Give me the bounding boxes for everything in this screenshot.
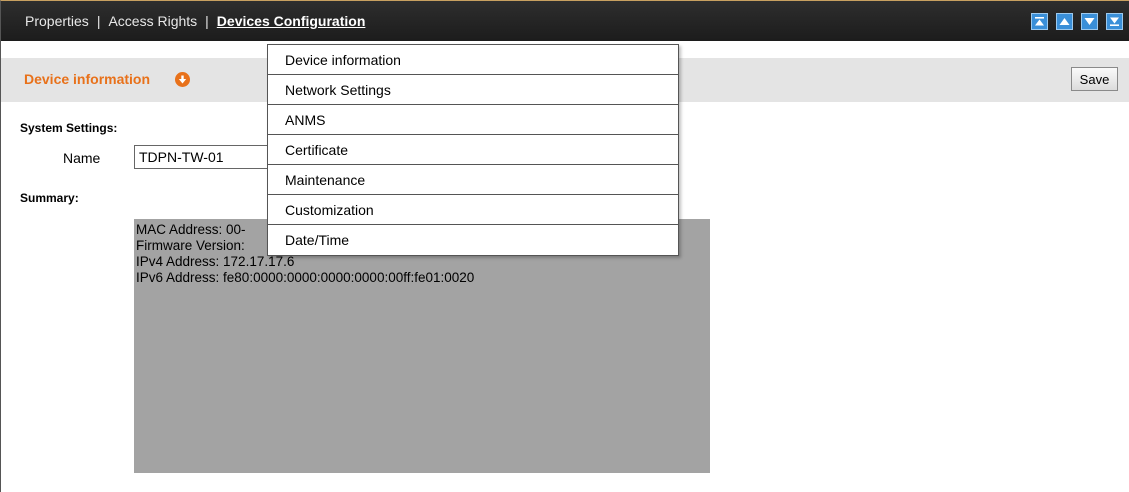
menu-item-device-information[interactable]: Device information bbox=[268, 45, 678, 75]
menu-item-date-time[interactable]: Date/Time bbox=[268, 225, 678, 255]
tab-strip: Properties | Access Rights | Devices Configu… bbox=[25, 1, 365, 41]
tab-devices-configuration[interactable]: Devices Configuration bbox=[217, 13, 366, 29]
menu-item-maintenance[interactable]: Maintenance bbox=[268, 165, 678, 195]
system-settings-heading: System Settings: bbox=[20, 121, 118, 135]
menu-item-certificate[interactable]: Certificate bbox=[268, 135, 678, 165]
reorder-controls bbox=[1031, 13, 1123, 30]
tab-separator: | bbox=[205, 13, 209, 29]
summary-heading: Summary: bbox=[20, 191, 79, 205]
move-bottom-icon[interactable] bbox=[1106, 13, 1123, 30]
name-field[interactable] bbox=[134, 145, 284, 169]
menu-item-network-settings[interactable]: Network Settings bbox=[268, 75, 678, 105]
menu-item-customization[interactable]: Customization bbox=[268, 195, 678, 225]
devices-configuration-menu: Device information Network Settings ANMS… bbox=[267, 44, 679, 256]
menu-item-anms[interactable]: ANMS bbox=[268, 105, 678, 135]
summary-panel: MAC Address: 00- Firmware Version: IPv4 … bbox=[134, 219, 710, 473]
name-label: Name bbox=[63, 150, 101, 166]
move-up-icon[interactable] bbox=[1056, 13, 1073, 30]
section-title: Device information bbox=[24, 71, 151, 87]
summary-line-ipv4: IPv4 Address: 172.17.17.6 bbox=[136, 254, 295, 269]
tab-access-rights[interactable]: Access Rights bbox=[108, 13, 197, 29]
tab-separator: | bbox=[96, 13, 101, 29]
summary-line-ipv6: IPv6 Address: fe80:0000:0000:0000:0000:0… bbox=[136, 270, 475, 285]
expand-arrow-icon[interactable] bbox=[175, 72, 190, 87]
move-top-icon[interactable] bbox=[1031, 13, 1048, 30]
tab-properties[interactable]: Properties bbox=[25, 13, 89, 29]
top-navigation-bar: Properties | Access Rights | Devices Configu… bbox=[1, 1, 1129, 41]
move-down-icon[interactable] bbox=[1081, 13, 1098, 30]
save-button[interactable]: Save bbox=[1071, 67, 1118, 91]
